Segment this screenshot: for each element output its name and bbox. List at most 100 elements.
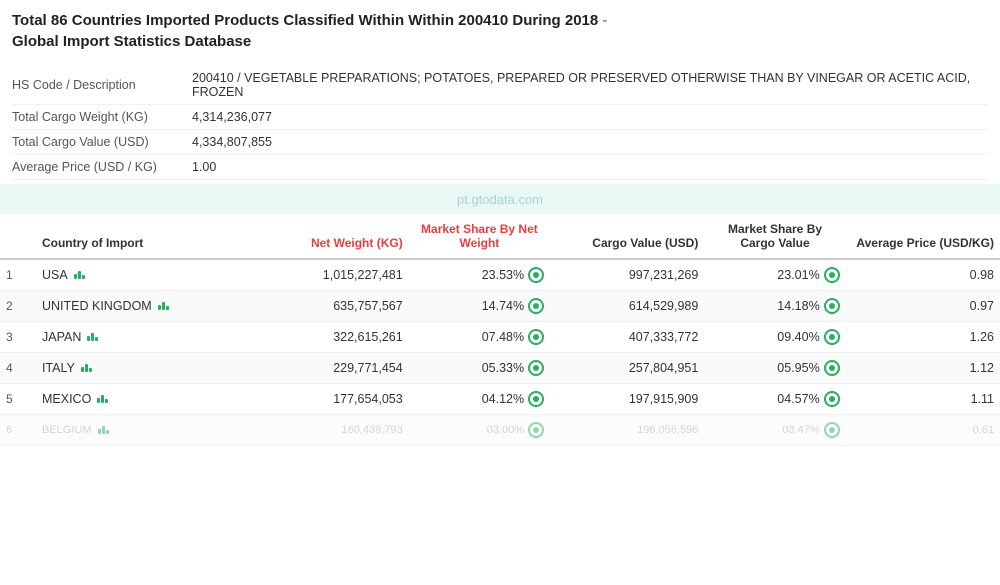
avg-price-row: Average Price (USD / KG) 1.00 [12,155,988,180]
market-share-cv-cell: 23.01% [704,259,845,291]
donut-chart-cv-icon[interactable] [824,422,840,438]
country-name: MEXICO [42,392,91,406]
donut-chart-icon[interactable] [528,298,544,314]
title-dash: - [598,12,607,29]
cargo-weight-label: Total Cargo Weight (KG) [12,110,192,124]
avg-price-value: 0.61 [846,415,1000,446]
hs-code-label: HS Code / Description [12,78,192,92]
country-name: USA [42,268,68,282]
market-share-cv-value: 09.40% [777,330,819,344]
country-cell: ITALY [36,353,255,384]
header: Total 86 Countries Imported Products Cla… [0,0,1000,58]
donut-chart-cv-icon[interactable] [824,267,840,283]
avg-price-value: 0.98 [846,259,1000,291]
table-row: 6 BELGIUM 160,439,793 03.00% 196,056,596… [0,415,1000,446]
market-share-cv-value: 05.95% [777,361,819,375]
cargo-value-row: Total Cargo Value (USD) 4,334,807,855 [12,130,988,155]
market-share-nw-value: 03.00% [487,424,524,436]
market-share-nw-cell: 23.53% [409,259,550,291]
avg-price-value: 1.00 [192,160,216,174]
market-share-nw-value: 14.74% [482,299,524,313]
market-share-nw-value: 07.48% [482,330,524,344]
country-name: BELGIUM [42,424,92,436]
chart-icon[interactable] [158,302,169,310]
table-row: 5 MEXICO 177,654,053 04.12% 197,915,909 … [0,384,1000,415]
market-share-nw-cell: 03.00% [409,415,550,446]
title-main: Total 86 Countries Imported Products Cla… [12,12,598,29]
avg-price-label: Average Price (USD / KG) [12,160,192,174]
net-weight-value: 635,757,567 [254,291,408,322]
net-weight-value: 229,771,454 [254,353,408,384]
market-share-cv-cell: 04.57% [704,384,845,415]
market-share-nw-cell: 05.33% [409,353,550,384]
col-header-market-share-cv: Market Share By Cargo Value [704,214,845,259]
market-share-nw-value: 23.53% [482,268,524,282]
avg-price-value: 0.97 [846,291,1000,322]
cargo-value-value: 196,056,596 [550,415,704,446]
row-number: 5 [0,384,36,415]
country-name: UNITED KINGDOM [42,299,152,313]
watermark-text: pt.gtodata.com [457,192,543,207]
row-number: 3 [0,322,36,353]
chart-icon[interactable] [81,364,92,372]
cargo-value-value: 4,334,807,855 [192,135,272,149]
donut-chart-cv-icon[interactable] [824,360,840,376]
info-section: HS Code / Description 200410 / VEGETABLE… [0,58,1000,184]
table-row: 2 UNITED KINGDOM 635,757,567 14.74% 614,… [0,291,1000,322]
donut-chart-cv-icon[interactable] [824,298,840,314]
hs-code-value: 200410 / VEGETABLE PREPARATIONS; POTATOE… [192,71,988,99]
col-header-cargo-value: Cargo Value (USD) [550,214,704,259]
donut-chart-cv-icon[interactable] [824,329,840,345]
net-weight-value: 160,439,793 [254,415,408,446]
col-header-country: Country of Import [36,214,255,259]
avg-price-value: 1.11 [846,384,1000,415]
cargo-value-value: 614,529,989 [550,291,704,322]
country-cell: BELGIUM [36,415,255,446]
donut-chart-icon[interactable] [528,267,544,283]
market-share-cv-cell: 09.40% [704,322,845,353]
country-name: ITALY [42,361,75,375]
cargo-weight-row: Total Cargo Weight (KG) 4,314,236,077 [12,105,988,130]
country-cell: MEXICO [36,384,255,415]
row-number: 6 [0,415,36,446]
row-number: 4 [0,353,36,384]
market-share-cv-cell: 05.95% [704,353,845,384]
chart-icon[interactable] [97,395,108,403]
net-weight-value: 1,015,227,481 [254,259,408,291]
net-weight-value: 322,615,261 [254,322,408,353]
col-header-market-share-nw: Market Share By Net Weight [409,214,550,259]
market-share-nw-value: 05.33% [482,361,524,375]
col-header-net-weight: Net Weight (KG) [254,214,408,259]
cargo-weight-value: 4,314,236,077 [192,110,272,124]
market-share-nw-cell: 04.12% [409,384,550,415]
watermark-bar: pt.gtodata.com [0,184,1000,214]
chart-icon[interactable] [74,271,85,279]
market-share-cv-value: 14.18% [777,299,819,313]
country-name: JAPAN [42,330,81,344]
donut-chart-cv-icon[interactable] [824,391,840,407]
chart-icon[interactable] [98,426,109,434]
chart-icon[interactable] [87,333,98,341]
cargo-value-value: 197,915,909 [550,384,704,415]
donut-chart-icon[interactable] [528,422,544,438]
cargo-value-value: 257,804,951 [550,353,704,384]
market-share-cv-value: 03.47% [782,424,819,436]
table-row: 1 USA 1,015,227,481 23.53% 997,231,269 2… [0,259,1000,291]
market-share-cv-cell: 03.47% [704,415,845,446]
market-share-cv-cell: 14.18% [704,291,845,322]
market-share-nw-cell: 14.74% [409,291,550,322]
title-sub: Global Import Statistics Database [12,33,251,50]
donut-chart-icon[interactable] [528,329,544,345]
cargo-value-value: 997,231,269 [550,259,704,291]
country-cell: USA [36,259,255,291]
hs-code-row: HS Code / Description 200410 / VEGETABLE… [12,66,988,105]
donut-chart-icon[interactable] [528,360,544,376]
market-share-nw-cell: 07.48% [409,322,550,353]
col-header-no [0,214,36,259]
net-weight-value: 177,654,053 [254,384,408,415]
market-share-nw-value: 04.12% [482,392,524,406]
row-number: 1 [0,259,36,291]
table-row: 3 JAPAN 322,615,261 07.48% 407,333,772 0… [0,322,1000,353]
table-row: 4 ITALY 229,771,454 05.33% 257,804,951 0… [0,353,1000,384]
donut-chart-icon[interactable] [528,391,544,407]
